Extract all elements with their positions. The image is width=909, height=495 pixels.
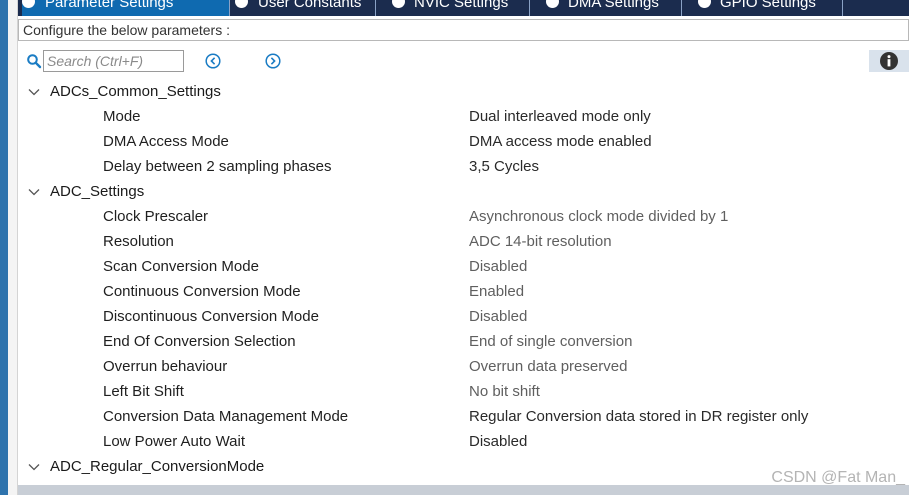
tab-gpio-settings[interactable]: GPIO Settings <box>682 0 842 16</box>
search-toolbar <box>18 48 909 76</box>
chevron-down-icon[interactable] <box>28 88 40 96</box>
group-label: ADC_Regular_ConversionMode <box>50 458 265 475</box>
parameter-value[interactable]: DMA access mode enabled <box>469 129 652 154</box>
parameter-value[interactable]: Enabled <box>469 279 524 304</box>
parameter-row[interactable]: Scan Conversion Mode Disabled <box>18 254 909 279</box>
parameter-row[interactable]: Conversion Data Management Mode Regular … <box>18 404 909 429</box>
parameter-row[interactable]: Low Power Auto Wait Disabled <box>18 429 909 454</box>
parameter-row[interactable]: Clock Prescaler Asynchronous clock mode … <box>18 204 909 229</box>
configure-hint: Configure the below parameters : <box>18 19 909 41</box>
parameter-name: DMA Access Mode <box>103 133 229 150</box>
parameter-row[interactable]: Delay between 2 sampling phases 3,5 Cycl… <box>18 154 909 179</box>
tab-label: User Constants <box>258 0 362 11</box>
chevron-down-icon[interactable] <box>28 463 40 471</box>
parameter-name: Delay between 2 sampling phases <box>103 158 332 175</box>
info-icon <box>880 52 898 70</box>
check-circle-icon <box>22 0 35 8</box>
left-panel-edge <box>8 0 18 495</box>
parameter-row[interactable]: End Of Conversion Selection End of singl… <box>18 329 909 354</box>
parameter-name: End Of Conversion Selection <box>103 333 296 350</box>
circle-chevron-right-icon[interactable] <box>265 53 281 69</box>
parameter-name: Mode <box>103 108 141 125</box>
parameter-row[interactable]: Mode Dual interleaved mode only <box>18 104 909 129</box>
group-label: ADCs_Common_Settings <box>50 83 221 100</box>
tab-label: NVIC Settings <box>414 0 509 11</box>
tab-label: DMA Settings <box>568 0 659 11</box>
circle-chevron-left-icon[interactable] <box>205 53 221 69</box>
tab-divider <box>842 0 843 16</box>
tree-group-adc-settings[interactable]: ADC_Settings <box>18 179 909 204</box>
parameter-value[interactable]: Asynchronous clock mode divided by 1 <box>469 204 728 229</box>
info-panel-toggle[interactable] <box>869 50 909 72</box>
parameter-name: Discontinuous Conversion Mode <box>103 308 319 325</box>
group-label: ADC_Settings <box>50 183 145 200</box>
parameter-row[interactable]: Resolution ADC 14-bit resolution <box>18 229 909 254</box>
parameter-name: Left Bit Shift <box>103 383 184 400</box>
parameter-name: Low Power Auto Wait <box>103 433 246 450</box>
window-left-border <box>0 0 8 495</box>
tab-label: GPIO Settings <box>720 0 816 11</box>
parameter-row[interactable]: Continuous Conversion Mode Enabled <box>18 279 909 304</box>
parameter-row[interactable]: Discontinuous Conversion Mode Disabled <box>18 304 909 329</box>
parameter-value[interactable]: No bit shift <box>469 379 540 404</box>
parameter-value[interactable]: Disabled <box>469 304 527 329</box>
tab-nvic-settings[interactable]: NVIC Settings <box>376 0 529 16</box>
watermark: CSDN @Fat Man_ <box>771 469 905 486</box>
parameter-value[interactable]: Disabled <box>469 429 527 454</box>
parameter-tree: ADCs_Common_Settings Mode Dual interleav… <box>18 79 909 479</box>
parameter-value[interactable]: Overrun data preserved <box>469 354 627 379</box>
parameter-value[interactable]: Disabled <box>469 254 527 279</box>
parameter-name: Overrun behaviour <box>103 358 228 375</box>
tab-dma-settings[interactable]: DMA Settings <box>530 0 681 16</box>
tab-user-constants[interactable]: User Constants <box>230 0 375 16</box>
parameter-name: Conversion Data Management Mode <box>103 408 349 425</box>
parameter-name: Continuous Conversion Mode <box>103 283 301 300</box>
parameter-value[interactable]: 3,5 Cycles <box>469 154 539 179</box>
parameter-row[interactable]: Left Bit Shift No bit shift <box>18 379 909 404</box>
parameter-name: Resolution <box>103 233 174 250</box>
tree-group-adcs-common-settings[interactable]: ADCs_Common_Settings <box>18 79 909 104</box>
settings-tab-bar: Parameter Settings User Constants NVIC S… <box>18 0 909 16</box>
parameter-name: Clock Prescaler <box>103 208 209 225</box>
search-icon[interactable] <box>26 53 42 69</box>
parameter-row[interactable]: DMA Access Mode DMA access mode enabled <box>18 129 909 154</box>
tab-parameter-settings[interactable]: Parameter Settings <box>22 0 229 16</box>
tab-label: Parameter Settings <box>45 0 174 11</box>
parameter-value[interactable]: Dual interleaved mode only <box>469 104 651 129</box>
parameter-value[interactable]: ADC 14-bit resolution <box>469 229 612 254</box>
parameter-row[interactable]: Overrun behaviour Overrun data preserved <box>18 354 909 379</box>
parameter-value[interactable]: Regular Conversion data stored in DR reg… <box>469 404 808 429</box>
parameter-value[interactable]: End of single conversion <box>469 329 632 354</box>
search-input[interactable] <box>43 50 184 72</box>
chevron-down-icon[interactable] <box>28 188 40 196</box>
parameter-settings-panel: Parameter Settings User Constants NVIC S… <box>18 0 909 495</box>
parameter-name: Scan Conversion Mode <box>103 258 259 275</box>
